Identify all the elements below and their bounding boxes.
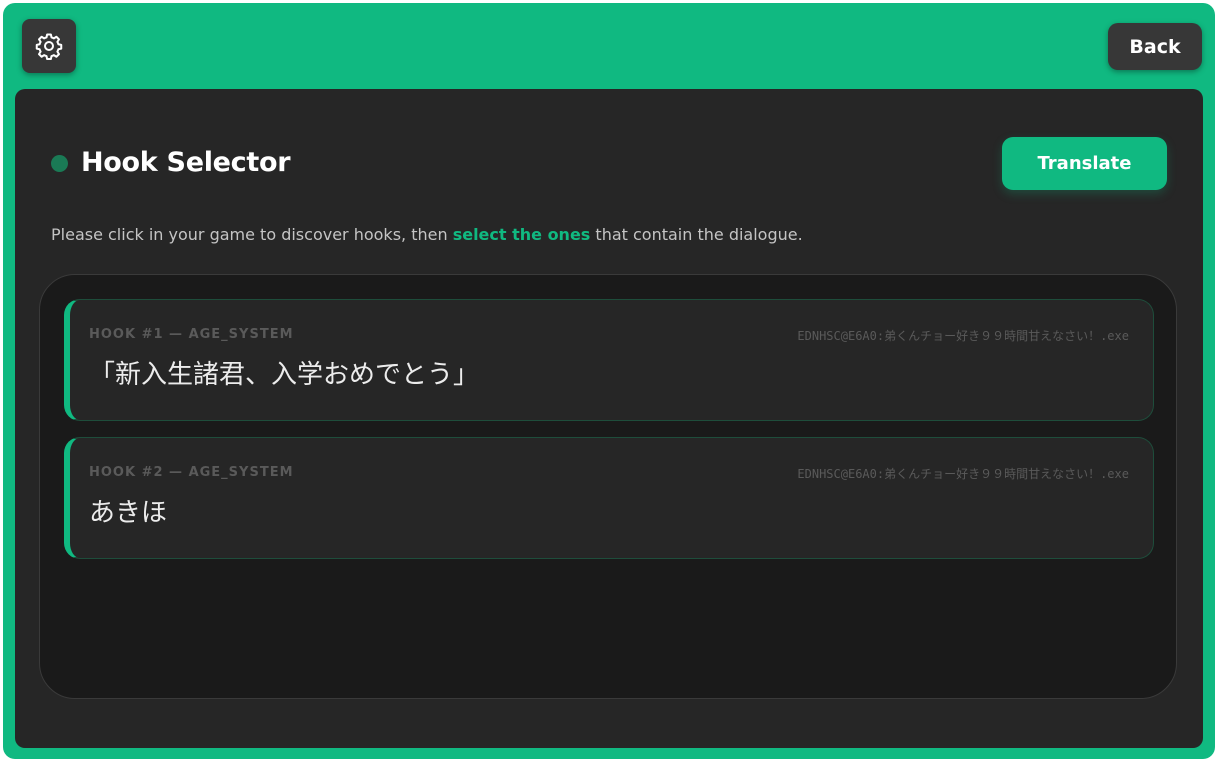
hook-label: HOOK #1 — AGE_SYSTEM [89,327,294,342]
hook-process-path: EDNHSC@E6A0:弟くんチョー好き９９時間甘えなさい！.exe [797,467,1129,481]
status-dot [51,155,68,172]
hook-card[interactable]: HOOK #2 — AGE_SYSTEM EDNHSC@E6A0:弟くんチョー好… [64,437,1154,559]
translate-button[interactable]: Translate [1002,137,1167,190]
hook-label: HOOK #2 — AGE_SYSTEM [89,465,294,480]
hook-process-path: EDNHSC@E6A0:弟くんチョー好き９９時間甘えなさい！.exe [797,329,1129,343]
gear-icon [35,33,63,60]
hook-dialogue-text: 「新入生諸君、入学おめでとう」 [89,360,480,390]
instructions-before: Please click in your game to discover ho… [51,225,453,244]
hook-card[interactable]: HOOK #1 — AGE_SYSTEM EDNHSC@E6A0:弟くんチョー好… [64,299,1154,421]
instructions-text: Please click in your game to discover ho… [51,225,803,245]
instructions-after: that contain the dialogue. [590,225,803,244]
page-title: Hook Selector [81,147,291,178]
instructions-highlight: select the ones [452,225,591,244]
hook-dialogue-text: あきほ [89,498,168,528]
back-button[interactable]: Back [1108,23,1202,70]
settings-button[interactable] [22,19,76,73]
